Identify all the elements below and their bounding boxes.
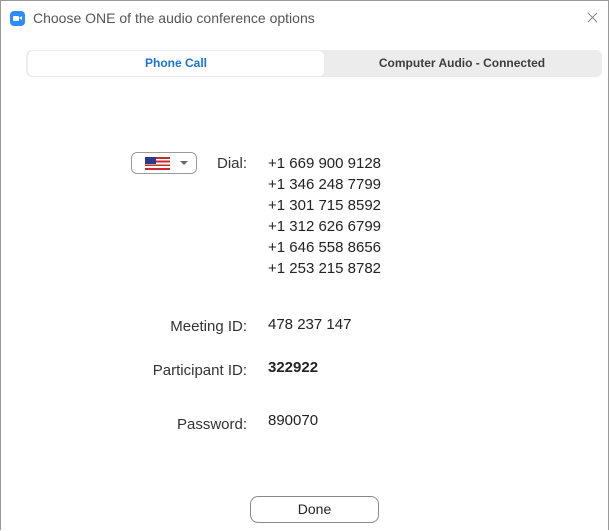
audio-option-tabs: Phone Call Computer Audio - Connected — [26, 50, 602, 77]
phone-number: +1 312 626 6799 — [268, 218, 382, 235]
audio-options-dialog: Choose ONE of the audio conference optio… — [0, 0, 609, 530]
tab-computer-audio[interactable]: Computer Audio - Connected — [324, 51, 600, 76]
phone-number: +1 346 248 7799 — [268, 176, 382, 193]
title-bar: Choose ONE of the audio conference optio… — [1, 1, 608, 37]
phone-number: +1 669 900 9128 — [268, 155, 382, 172]
phone-number-list: +1 669 900 9128 +1 346 248 7799 +1 301 7… — [268, 153, 381, 279]
password-label: Password: — [176, 416, 247, 433]
done-button[interactable]: Done — [250, 496, 379, 523]
chevron-down-icon — [180, 161, 188, 165]
phone-number: +1 253 215 8782 — [268, 260, 382, 277]
tab-phone-call[interactable]: Phone Call — [28, 51, 324, 76]
dial-label: Dial: — [216, 155, 247, 172]
participant-id-value: 322922 — [268, 359, 319, 376]
flag-canton — [145, 157, 156, 164]
meeting-id-value: 478 237 147 — [268, 316, 352, 333]
participant-id-label: Participant ID: — [152, 362, 247, 379]
country-select[interactable] — [131, 152, 197, 174]
close-icon[interactable] — [580, 5, 606, 31]
window-title: Choose ONE of the audio conference optio… — [33, 10, 315, 26]
zoom-icon — [10, 11, 25, 26]
us-flag-icon — [145, 157, 170, 170]
phone-number: +1 301 715 8592 — [268, 197, 382, 214]
password-value: 890070 — [268, 412, 319, 429]
meeting-id-label: Meeting ID: — [170, 318, 247, 335]
phone-number: +1 646 558 8656 — [268, 239, 382, 256]
